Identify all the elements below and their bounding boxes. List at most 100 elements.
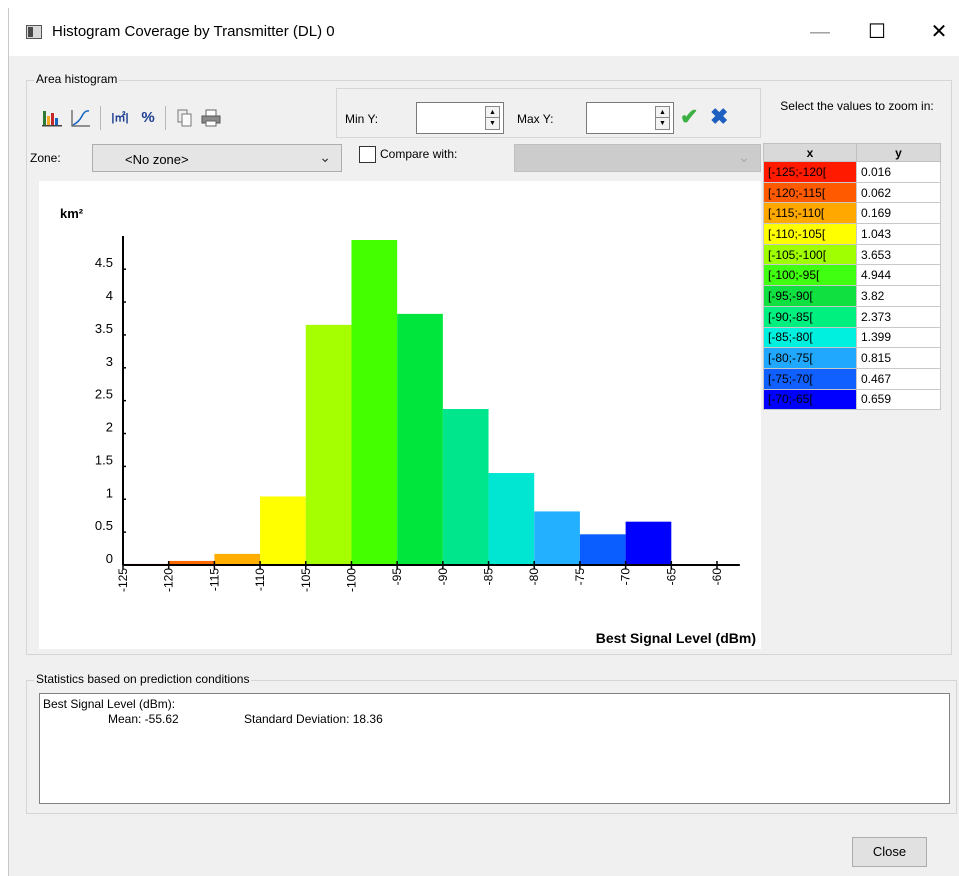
table-row[interactable]: [-115;-110[0.169: [763, 202, 941, 225]
bar-chart-icon[interactable]: [40, 108, 66, 128]
copy-icon[interactable]: [174, 108, 196, 128]
max-y-spinbox[interactable]: ▲ ▼: [586, 102, 674, 134]
histogram-bar: [305, 324, 352, 565]
cumulative-curve-icon[interactable]: [69, 108, 93, 128]
area-histogram-label: Area histogram: [34, 72, 120, 86]
spin-down-icon[interactable]: ▼: [486, 118, 499, 129]
range-cell[interactable]: [-90;-85[: [763, 305, 857, 328]
close-button[interactable]: Close: [852, 837, 927, 867]
bars-group: [123, 240, 672, 565]
title-bar: Histogram Coverage by Transmitter (DL) 0…: [9, 8, 959, 56]
y-ticks-group: 0 0.5 1 1.5 2 2.5 3 3.5 4 4.5: [95, 255, 126, 566]
y-tick-label: 3: [106, 354, 113, 369]
range-cell[interactable]: [-80;-75[: [763, 347, 857, 369]
area-value-cell[interactable]: 0.169: [856, 202, 941, 225]
zone-label: Zone:: [30, 151, 61, 165]
percent-icon[interactable]: %: [137, 108, 159, 128]
range-cell[interactable]: [-115;-110[: [763, 202, 857, 225]
window-close-button[interactable]: ✕: [916, 8, 959, 56]
chevron-down-icon: ⌄: [319, 149, 331, 165]
area-value-cell[interactable]: 0.467: [856, 367, 941, 390]
maximize-button[interactable]: ☐: [854, 8, 900, 56]
table-row[interactable]: [-105;-100[3.653: [763, 243, 941, 266]
y-tick-label: 0: [106, 551, 113, 566]
min-y-spin-buttons[interactable]: ▲ ▼: [485, 106, 500, 130]
range-cell[interactable]: [-85;-80[: [763, 326, 857, 349]
x-tick-label: -70: [619, 568, 633, 586]
minimize-button[interactable]: —: [797, 8, 843, 56]
table-header-row: x y: [763, 143, 941, 162]
area-value-cell[interactable]: 2.373: [856, 305, 941, 328]
x-tick-label: -110: [253, 568, 267, 591]
min-y-label: Min Y:: [345, 112, 379, 126]
area-value-cell[interactable]: 0.062: [856, 181, 941, 204]
x-tick-label: -95: [390, 568, 404, 586]
x-tick-label: -90: [436, 568, 450, 586]
y-tick-label: 3.5: [95, 321, 113, 336]
y-tick-label: 2: [106, 420, 113, 435]
area-value-cell[interactable]: 0.016: [856, 161, 941, 183]
spin-up-icon[interactable]: ▲: [656, 107, 669, 118]
zoom-instructions: Select the values to zoom in:: [780, 99, 934, 113]
range-cell[interactable]: [-105;-100[: [763, 243, 857, 266]
x-tick-label: -115: [207, 568, 221, 591]
statistics-textbox[interactable]: Best Signal Level (dBm): Mean: -55.62 St…: [39, 693, 950, 804]
column-header-y: y: [856, 143, 941, 162]
print-icon[interactable]: [199, 108, 223, 128]
range-cell[interactable]: [-70;-65[: [763, 388, 857, 411]
zone-select-value: <No zone>: [125, 152, 189, 167]
column-header-x: x: [763, 143, 857, 162]
x-tick-label: -125: [116, 568, 130, 592]
area-value-cell[interactable]: 0.659: [856, 388, 941, 411]
min-y-spinbox[interactable]: ▲ ▼: [416, 102, 504, 134]
table-row[interactable]: [-110;-105[1.043: [763, 223, 941, 245]
max-y-spin-buttons[interactable]: ▲ ▼: [655, 106, 670, 130]
table-row[interactable]: [-80;-75[0.815: [763, 347, 941, 369]
histogram-chart: 0 0.5 1 1.5 2 2.5 3 3.5 4 4.5 -125 -120 -115 -110 -10…: [39, 181, 761, 649]
histogram-bar: [397, 313, 443, 565]
window-title: Histogram Coverage by Transmitter (DL) 0: [52, 23, 335, 40]
table-row[interactable]: [-70;-65[0.659: [763, 388, 941, 411]
compare-checkbox[interactable]: [359, 146, 376, 163]
y-tick-label: 1: [106, 485, 113, 500]
area-value-cell[interactable]: 0.815: [856, 347, 941, 369]
histogram-bar: [625, 521, 672, 565]
range-cell[interactable]: [-95;-90[: [763, 285, 857, 307]
y-tick-label: 2.5: [95, 387, 113, 402]
x-tick-label: -120: [162, 568, 176, 592]
table-row[interactable]: [-85;-80[1.399: [763, 326, 941, 349]
compare-select[interactable]: ⌄: [514, 144, 761, 172]
range-cell[interactable]: [-120;-115[: [763, 181, 857, 204]
area-value-cell[interactable]: 3.653: [856, 243, 941, 266]
range-cell[interactable]: [-110;-105[: [763, 223, 857, 245]
histogram-window: Histogram Coverage by Transmitter (DL) 0…: [8, 8, 959, 876]
spin-up-icon[interactable]: ▲: [486, 107, 499, 118]
area-units-icon[interactable]: |㎡|: [107, 108, 133, 128]
histogram-bar: [534, 511, 580, 565]
x-tick-label: -65: [664, 568, 678, 586]
zone-select[interactable]: <No zone> ⌄: [92, 144, 342, 172]
area-value-cell[interactable]: 3.82: [856, 285, 941, 307]
zoom-value-table: x y [-125;-120[0.016 [-120;-115[0.062 [-11…: [763, 143, 941, 411]
range-cell[interactable]: [-125;-120[: [763, 161, 857, 183]
spin-down-icon[interactable]: ▼: [656, 118, 669, 129]
y-tick-label: 4.5: [95, 255, 113, 270]
apply-checkmark-icon[interactable]: ✔: [680, 104, 698, 130]
area-value-cell[interactable]: 4.944: [856, 264, 941, 287]
histogram-bar: [442, 409, 489, 565]
area-value-cell[interactable]: 1.399: [856, 326, 941, 349]
table-row[interactable]: [-100;-95[4.944: [763, 264, 941, 287]
table-row[interactable]: [-90;-85[2.373: [763, 305, 941, 328]
x-tick-label: -60: [710, 568, 724, 586]
range-cell[interactable]: [-75;-70[: [763, 367, 857, 390]
table-row[interactable]: [-75;-70[0.467: [763, 367, 941, 390]
area-value-cell[interactable]: 1.043: [856, 223, 941, 245]
chevron-down-icon: ⌄: [738, 149, 750, 165]
histogram-bar: [351, 240, 398, 565]
table-row[interactable]: [-95;-90[3.82: [763, 285, 941, 307]
cancel-x-icon[interactable]: ✖: [710, 104, 728, 130]
max-y-label: Max Y:: [517, 112, 554, 126]
table-row[interactable]: [-125;-120[0.016: [763, 161, 941, 183]
table-row[interactable]: [-120;-115[0.062: [763, 181, 941, 204]
range-cell[interactable]: [-100;-95[: [763, 264, 857, 287]
